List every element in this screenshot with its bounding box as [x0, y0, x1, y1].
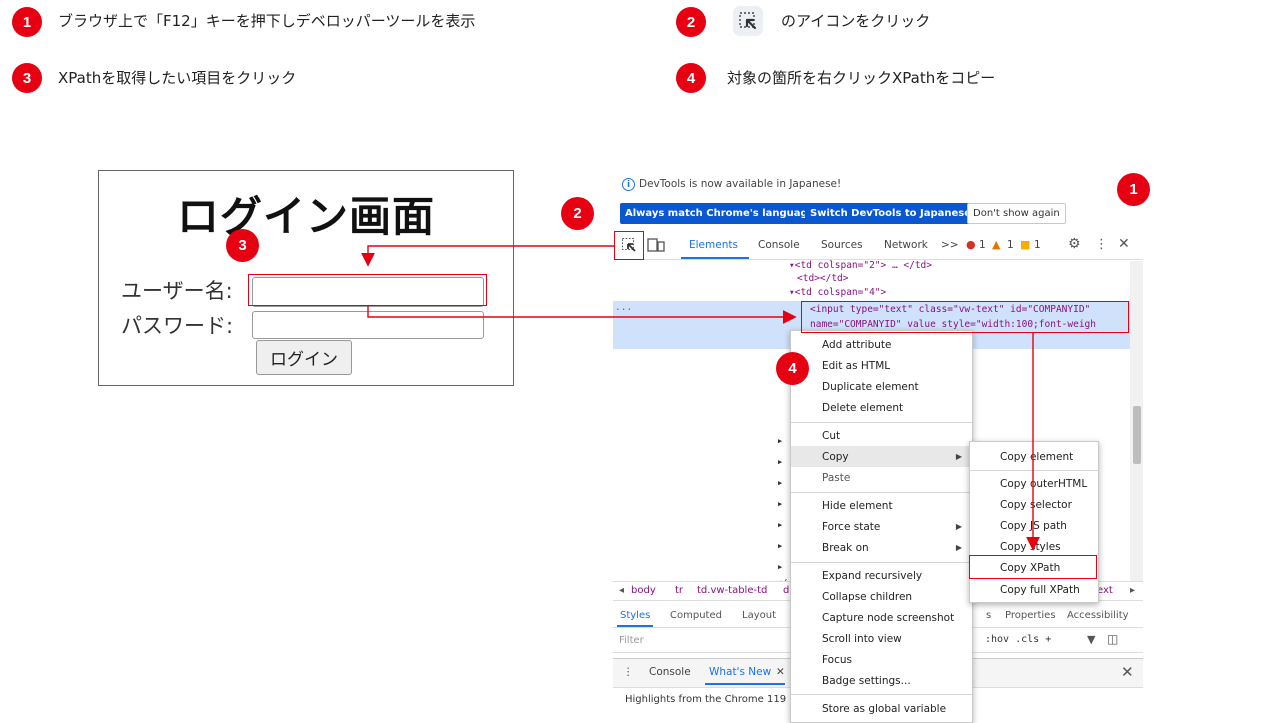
arrow-field-to-node	[367, 306, 797, 324]
arrow-picker-to-field	[361, 245, 614, 267]
annotation-badge-1: 1	[1117, 173, 1150, 206]
annotation-arrows	[361, 245, 1040, 551]
annotation-badge-4: 4	[776, 352, 809, 385]
annotation-badge-2: 2	[561, 197, 594, 230]
annotation-badge-3: 3	[226, 229, 259, 262]
